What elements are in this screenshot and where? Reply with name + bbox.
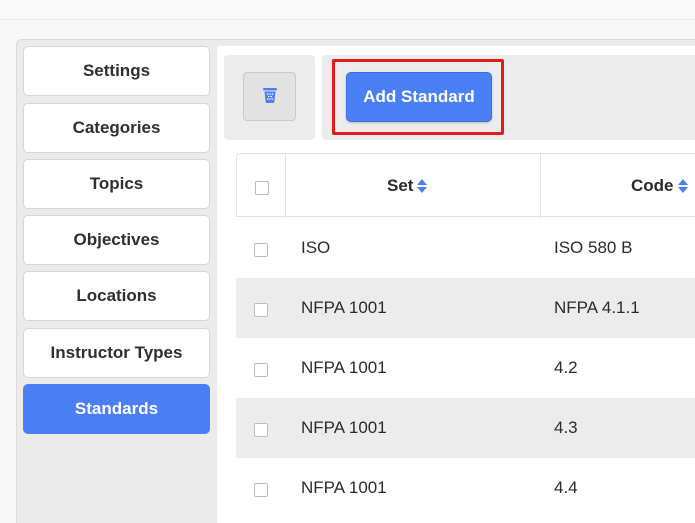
sidebar-item-objectives[interactable]: Objectives: [23, 215, 210, 265]
table-row[interactable]: NFPA 1001 4.2: [236, 338, 695, 398]
standards-table: Set Code ISO ISO 580 B NFPA 1001 NFPA 4.…: [236, 153, 695, 523]
cell-code: 4.2: [554, 358, 578, 377]
cell-code: 4.3: [554, 418, 578, 437]
table-row[interactable]: ISO ISO 580 B: [236, 218, 695, 278]
column-label-set: Set: [387, 176, 414, 195]
table-row[interactable]: NFPA 1001 NFPA 4.1.1: [236, 278, 695, 338]
row-checkbox[interactable]: [254, 363, 268, 377]
table-row[interactable]: NFPA 1001 4.3: [236, 398, 695, 458]
cell-set: NFPA 1001: [301, 478, 387, 497]
sidebar-item-settings[interactable]: Settings: [23, 46, 210, 96]
add-standard-button[interactable]: Add Standard: [346, 72, 492, 122]
sidebar-item-categories[interactable]: Categories: [23, 103, 210, 153]
sort-icon: [677, 178, 689, 194]
sidebar-item-instructor-types[interactable]: Instructor Types: [23, 328, 210, 378]
cell-set: NFPA 1001: [301, 358, 387, 377]
table-row[interactable]: NFPA 1001 4.4: [236, 458, 695, 518]
sidebar-item-topics[interactable]: Topics: [23, 159, 210, 209]
cell-set: NFPA 1001: [301, 298, 387, 317]
column-divider: [540, 154, 541, 218]
column-label-code: Code: [631, 176, 674, 195]
sidebar-item-standards[interactable]: Standards: [23, 384, 210, 434]
cell-code: ISO 580 B: [554, 238, 633, 257]
trash-icon: [262, 86, 278, 107]
column-divider: [285, 154, 286, 218]
table-header: Set Code: [236, 153, 695, 218]
column-header-code[interactable]: Code: [631, 154, 689, 218]
delete-button[interactable]: [243, 72, 296, 121]
column-header-set[interactable]: Set: [387, 154, 428, 218]
sidebar-item-locations[interactable]: Locations: [23, 271, 210, 321]
select-all-checkbox[interactable]: [255, 181, 269, 195]
row-checkbox[interactable]: [254, 483, 268, 497]
cell-set: ISO: [301, 238, 331, 257]
cell-code: NFPA 4.1.1: [554, 298, 640, 317]
row-checkbox[interactable]: [254, 303, 268, 317]
cell-set: NFPA 1001: [301, 418, 387, 437]
top-bar: [0, 0, 695, 20]
sort-icon: [416, 178, 428, 194]
cell-code: 4.4: [554, 478, 578, 497]
row-checkbox[interactable]: [254, 243, 268, 257]
row-checkbox[interactable]: [254, 423, 268, 437]
